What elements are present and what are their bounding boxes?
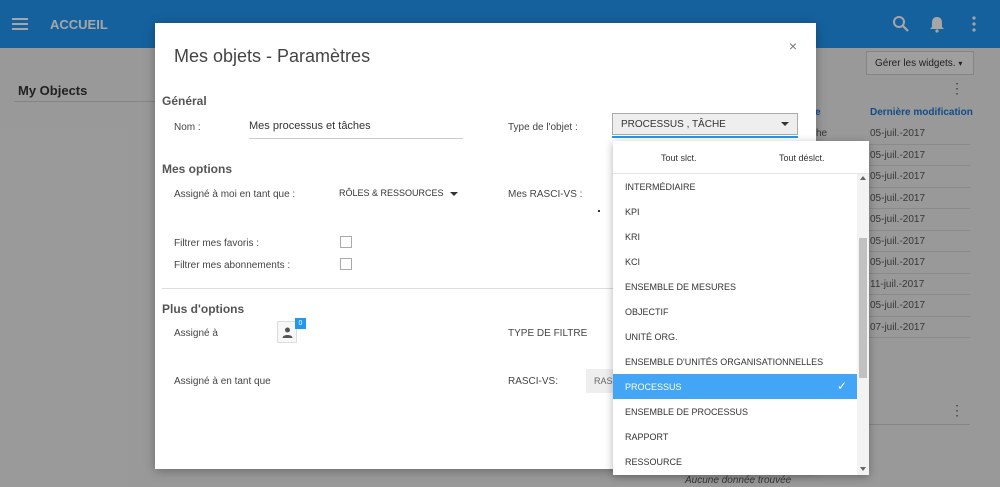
option-label: KRI [625, 232, 641, 242]
select-focus-underline [612, 136, 798, 138]
close-icon[interactable]: × [789, 38, 797, 54]
rasci-dot [598, 210, 600, 212]
dropdown-scrollbar[interactable] [857, 174, 869, 475]
object-type-select[interactable]: PROCESSUS , TÂCHE [612, 113, 798, 135]
filter-type-label: TYPE DE FILTRE [508, 328, 588, 339]
name-label: Nom : [174, 122, 201, 133]
dropdown-option[interactable]: ENSEMBLE D'UNITÉS ORGANISATIONNELLES [613, 349, 857, 374]
option-label: ENSEMBLE DE PROCESSUS [625, 407, 749, 417]
option-label: PROCESSUS [625, 382, 682, 392]
dialog-title: Mes objets - Paramètres [174, 46, 371, 66]
scroll-up-icon[interactable] [860, 176, 866, 180]
name-input[interactable]: Mes processus et tâches [249, 117, 463, 139]
option-label: ENSEMBLE DE MESURES [625, 282, 737, 292]
option-label: ENSEMBLE D'UNITÉS ORGANISATIONNELLES [625, 357, 824, 367]
dropdown-option[interactable]: UNITÉ ORG. [613, 324, 857, 349]
section-divider [162, 288, 617, 289]
option-label: KCI [625, 257, 641, 267]
section-my-options: Mes options [162, 162, 233, 176]
user-count-badge: 0 [295, 318, 306, 329]
check-icon: ✓ [836, 379, 847, 393]
dropdown-option[interactable]: KPI [613, 199, 857, 224]
roles-select[interactable]: RÔLES & RESSOURCES [339, 188, 458, 198]
dropdown-option-selected[interactable]: PROCESSUS ✓ [613, 374, 857, 399]
subscriptions-label: Filtrer mes abonnements : [174, 260, 291, 271]
section-general: Général [162, 94, 207, 108]
dropdown-option[interactable]: KRI [613, 224, 857, 249]
user-icon [282, 327, 293, 338]
dropdown-option[interactable]: ENSEMBLE DE PROCESSUS [613, 399, 857, 424]
assigned-as-label: Assigné à en tant que [174, 376, 271, 387]
option-label: KPI [625, 207, 640, 217]
subscriptions-checkbox[interactable] [340, 258, 352, 270]
dropdown-option[interactable]: ENSEMBLE DE MESURES [613, 274, 857, 299]
dropdown-option[interactable]: KCI [613, 249, 857, 274]
deselect-all-button[interactable]: Tout déslct. [779, 153, 825, 163]
scroll-down-icon[interactable] [860, 467, 866, 471]
chevron-down-icon [781, 122, 789, 126]
dropdown-option[interactable]: OBJECTIF [613, 299, 857, 324]
dropdown-option[interactable]: RESSOURCE [613, 449, 857, 474]
object-type-label: Type de l'objet : [508, 122, 578, 133]
assigned-me-label: Assigné à moi en tant que : [174, 189, 296, 200]
section-more-options: Plus d'options [162, 302, 245, 316]
dropdown-header: Tout slct. Tout déslct. [613, 141, 869, 174]
option-label: INTERMÉDIAIRE [625, 182, 696, 192]
dropdown-option[interactable]: INTERMÉDIAIRE [613, 174, 857, 199]
option-label: OBJECTIF [625, 307, 669, 317]
option-label: RESSOURCE [625, 457, 683, 467]
favorites-checkbox[interactable] [340, 236, 352, 248]
assigned-to-label: Assigné à [174, 328, 218, 339]
option-label: RAPPORT [625, 432, 669, 442]
dropdown-option[interactable]: RAPPORT [613, 424, 857, 449]
object-type-value: PROCESSUS , TÂCHE [621, 119, 726, 130]
option-label: UNITÉ ORG. [625, 332, 678, 342]
roles-value: RÔLES & RESSOURCES [339, 188, 444, 198]
rasci-vs-label: RASCI-VS: [508, 376, 559, 387]
rasci-label: Mes RASCI-VS : [508, 189, 583, 200]
favorites-label: Filtrer mes favoris : [174, 238, 260, 249]
object-type-dropdown: Tout slct. Tout déslct. INTERMÉDIAIRE KP… [613, 141, 869, 475]
chevron-down-icon [449, 191, 458, 196]
select-all-button[interactable]: Tout slct. [661, 153, 697, 163]
user-picker-button[interactable] [277, 321, 297, 343]
scrollbar-thumb[interactable] [859, 238, 867, 378]
